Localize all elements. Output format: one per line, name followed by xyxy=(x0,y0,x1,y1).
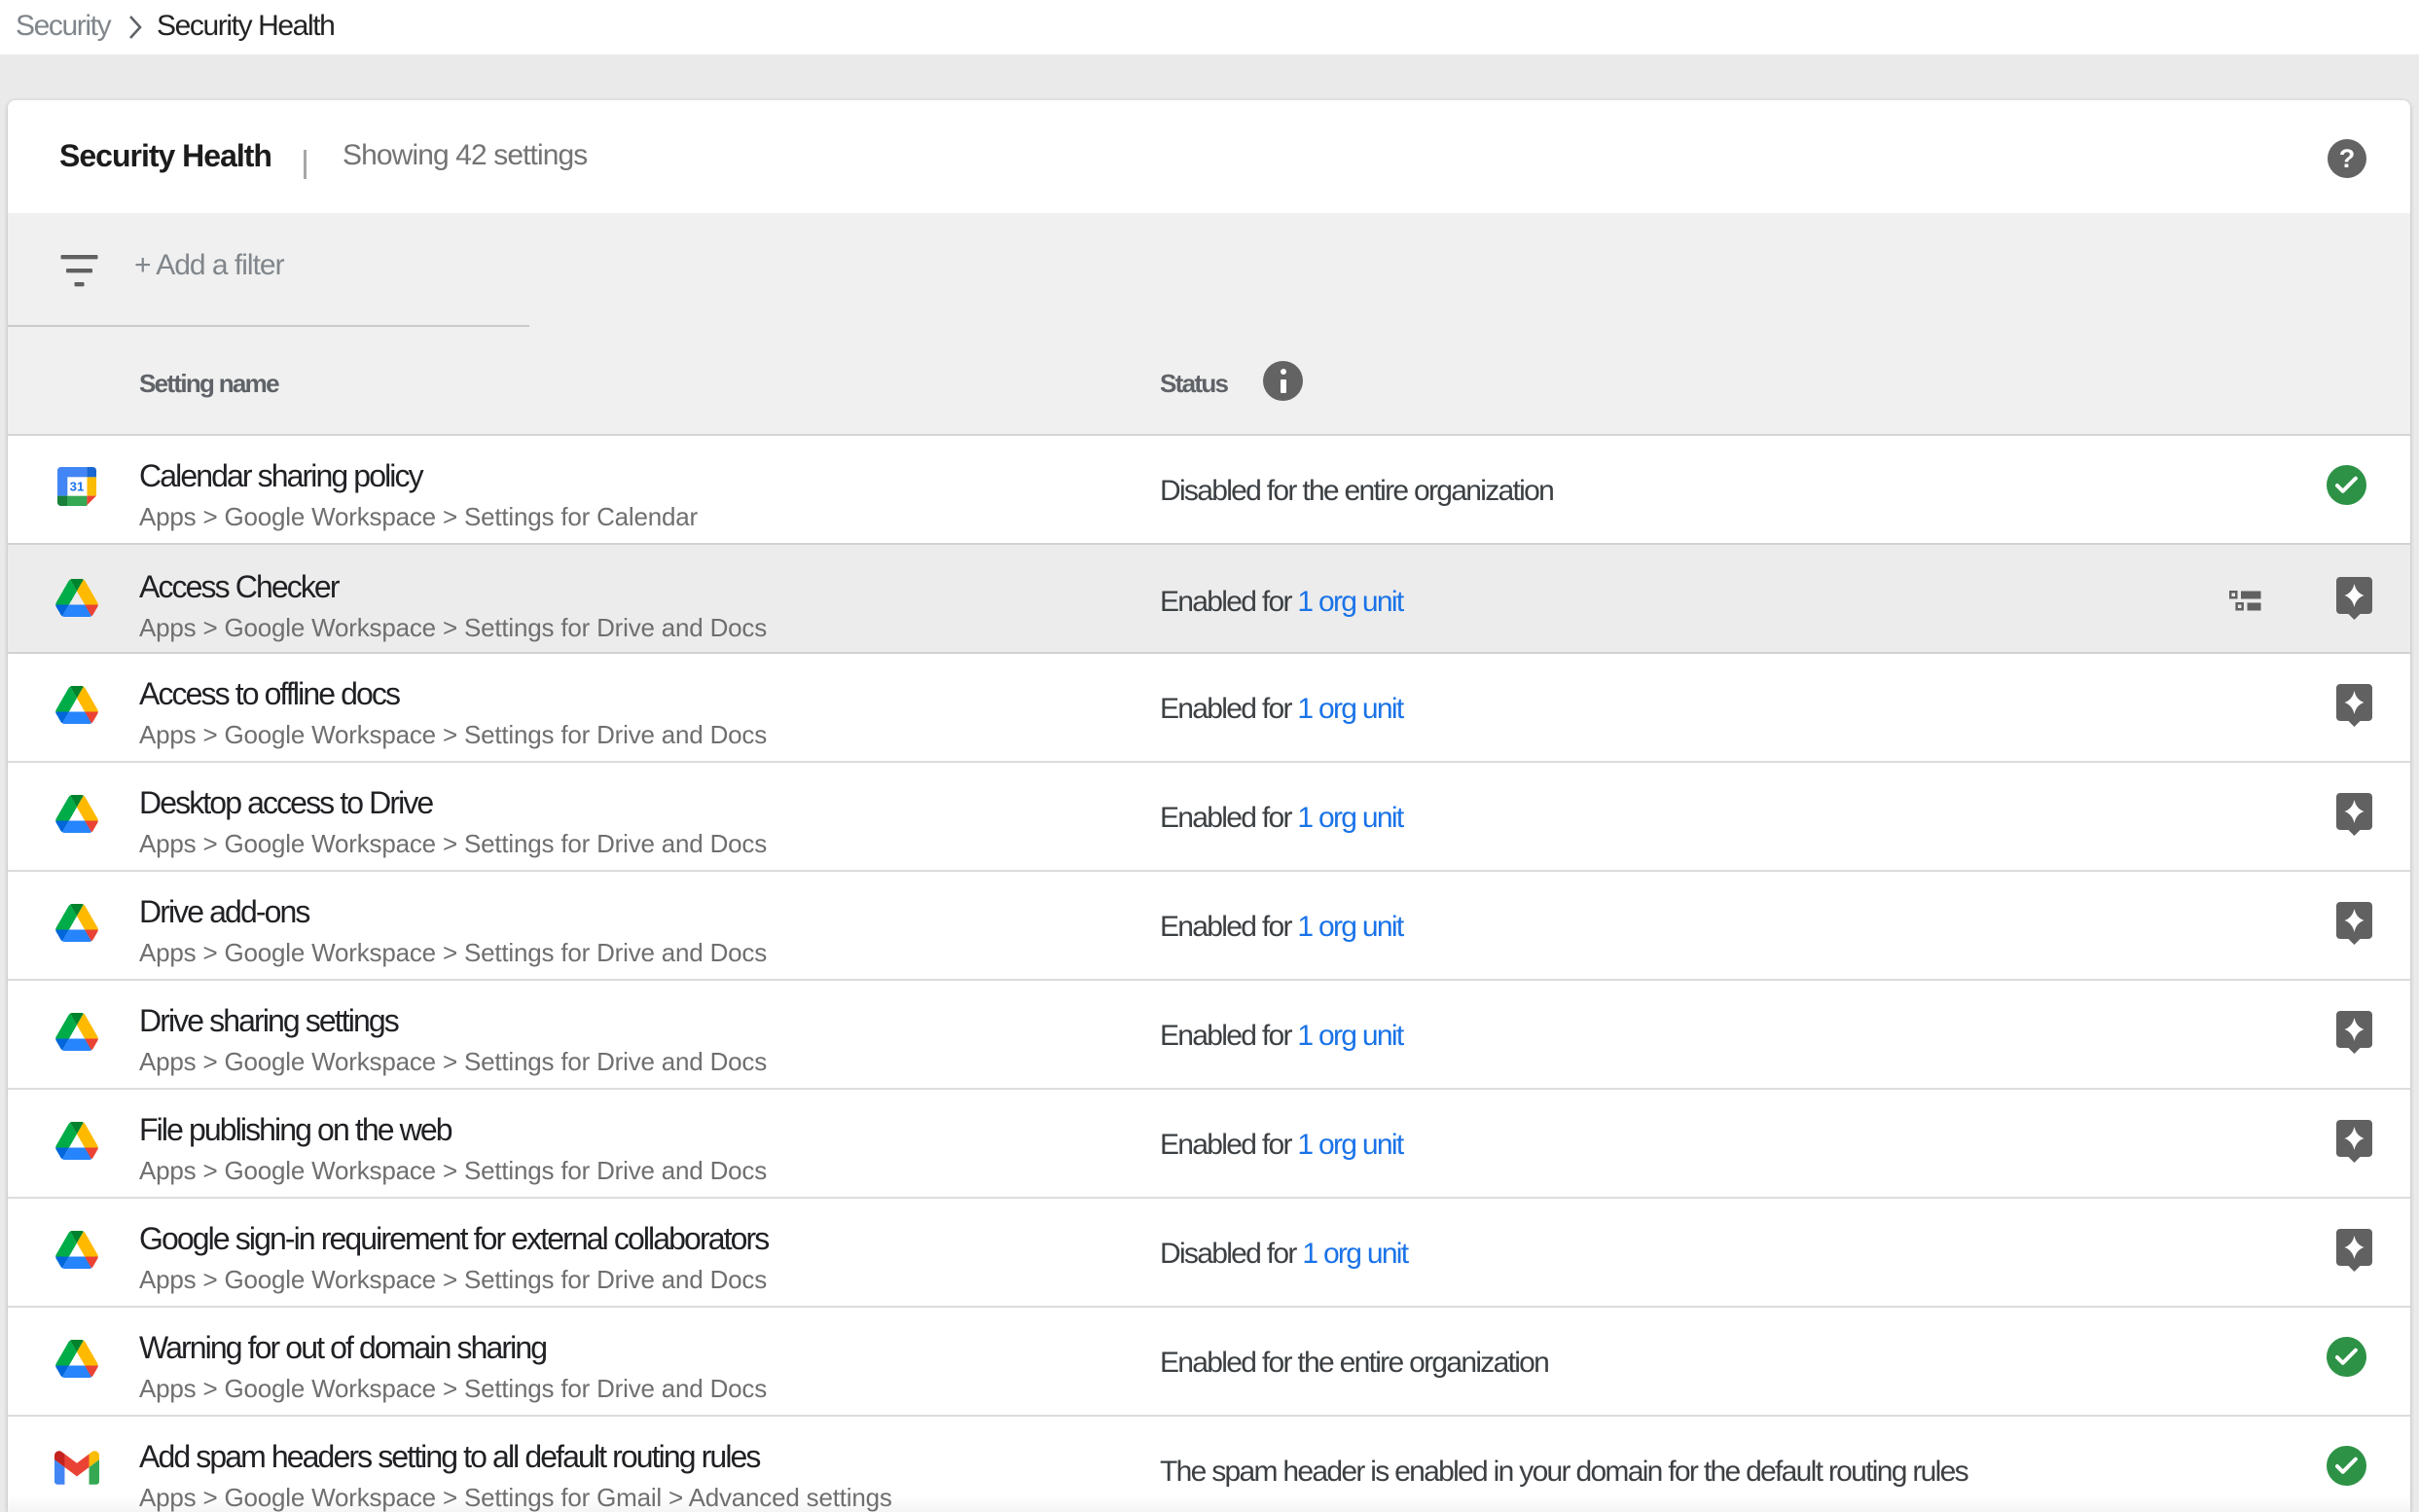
svg-text:31: 31 xyxy=(70,480,85,494)
